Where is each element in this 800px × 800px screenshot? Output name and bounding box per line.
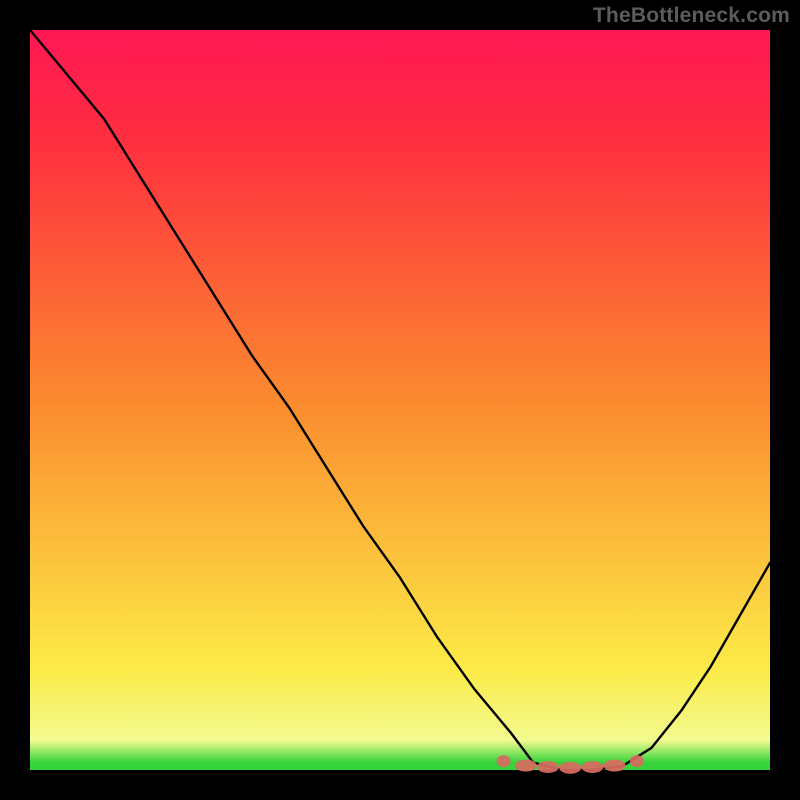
optimum-marker [581, 761, 603, 773]
optimum-marker [515, 760, 537, 772]
optimum-marker [559, 762, 581, 774]
optimum-marker [497, 755, 511, 767]
bottleneck-chart [0, 0, 800, 800]
optimum-marker [630, 755, 644, 767]
plot-background [30, 30, 770, 770]
optimum-marker [537, 761, 559, 773]
optimum-marker [604, 760, 626, 772]
watermark-text: TheBottleneck.com [593, 4, 790, 28]
